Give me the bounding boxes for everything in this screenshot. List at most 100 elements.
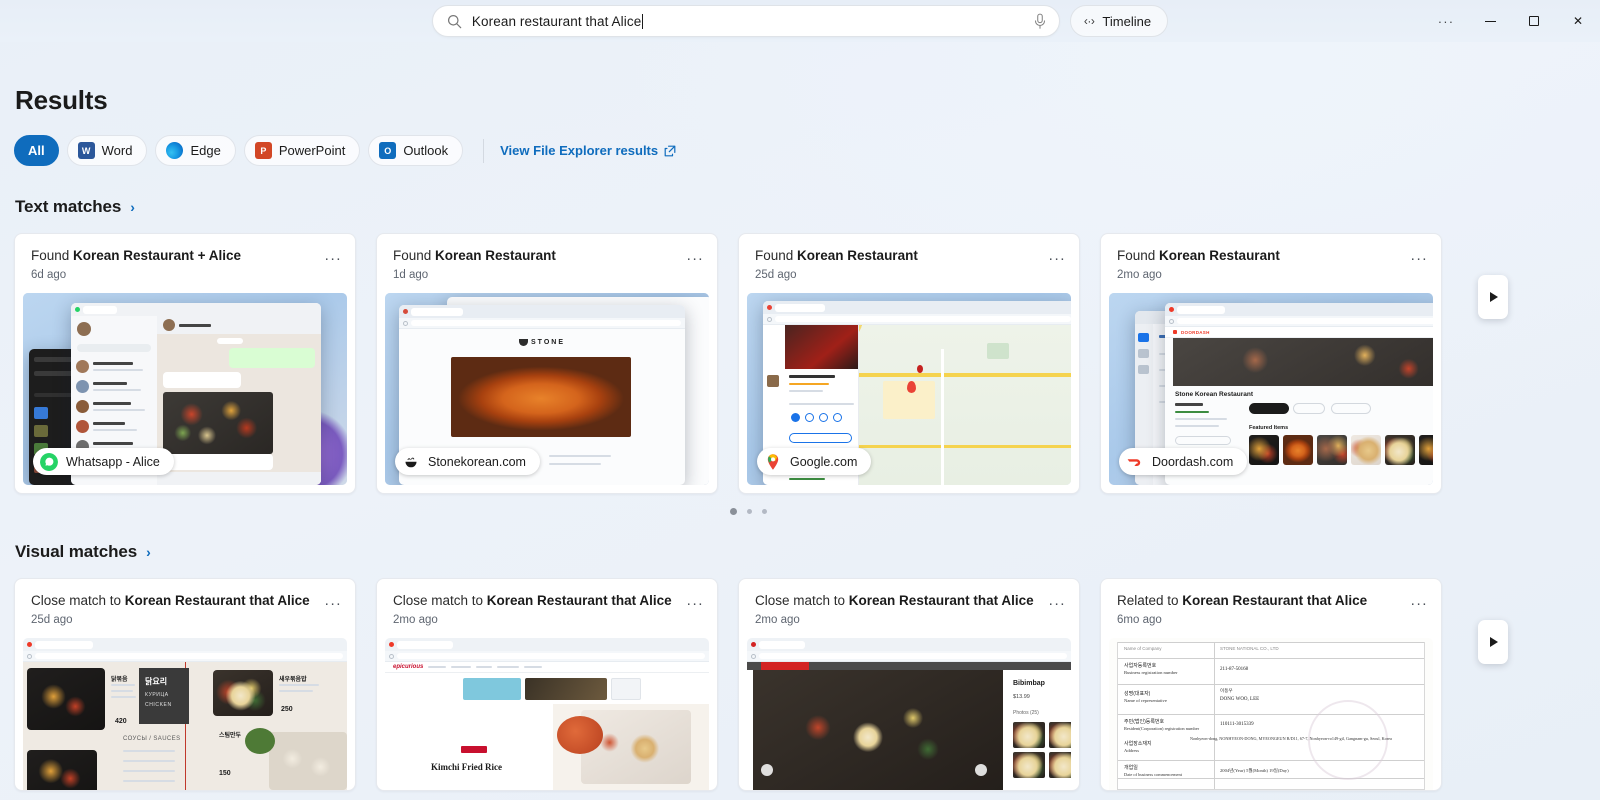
visual-match-card[interactable]: Close match to Korean Restaurant that Al… (14, 578, 356, 791)
search-box[interactable]: Korean restaurant that Alice (432, 5, 1060, 37)
visual-matches-card-row: Close match to Korean Restaurant that Al… (14, 578, 1600, 791)
card-timestamp: 1d ago (393, 269, 703, 281)
card-thumbnail-stonekorean: STONE Stonekorean.com (385, 293, 709, 485)
source-badge-stonekorean: Stonekorean.com (395, 448, 540, 475)
timeline-icon: ‹·› (1084, 14, 1095, 28)
search-input-value: Korean restaurant that Alice (472, 14, 641, 29)
title-bar-center-group: Korean restaurant that Alice ‹·› Timelin… (0, 5, 1600, 37)
doc-row-en: Resident(Corporation) registration numbe… (1124, 726, 1199, 731)
stone-korean-icon (402, 453, 420, 471)
filter-chip-all[interactable]: All (14, 135, 59, 166)
more-options-button[interactable]: ··· (1424, 0, 1468, 42)
card-more-button[interactable]: ··· (1045, 593, 1069, 613)
doc-row-en: Address (1124, 748, 1139, 753)
microphone-icon[interactable] (1033, 13, 1047, 30)
epicurious-recipe-title: Kimchi Fried Rice (431, 762, 502, 772)
card-title-query: Korean Restaurant that Alice (1182, 593, 1367, 608)
visual-match-card[interactable]: Related to Korean Restaurant that Alice … (1100, 578, 1442, 791)
card-header: Related to Korean Restaurant that Alice … (1101, 579, 1441, 626)
maximize-button[interactable] (1512, 0, 1556, 42)
view-file-explorer-results-link[interactable]: View File Explorer results (483, 139, 676, 163)
yelp-dish-price: $13.99 (1013, 694, 1030, 700)
pagination-dot-2[interactable] (747, 509, 752, 514)
filter-chip-edge[interactable]: Edge (155, 135, 235, 166)
filter-chip-word-label: Word (102, 143, 133, 158)
card-more-button[interactable]: ··· (683, 248, 707, 268)
minimize-icon (1485, 21, 1496, 22)
chevron-right-icon: › (130, 199, 135, 215)
card-title-query: Korean Restaurant (797, 248, 918, 263)
card-title-query: Korean Restaurant (1159, 248, 1280, 263)
card-title-query: Korean Restaurant that Alice (487, 593, 672, 608)
card-timestamp: 25d ago (31, 614, 341, 626)
card-header: Found Korean Restaurant 2mo ago ··· (1101, 234, 1441, 281)
card-thumbnail-doordash: DOORDASH Stone Korean Restaurant Feature… (1109, 293, 1433, 485)
outlook-icon: O (379, 142, 396, 159)
page-title: Results (15, 85, 1600, 116)
pagination-dot-1[interactable] (730, 508, 737, 515)
visual-match-card[interactable]: Close match to Korean Restaurant that Al… (738, 578, 1080, 791)
card-more-button[interactable]: ··· (1407, 248, 1431, 268)
visual-match-card[interactable]: Close match to Korean Restaurant that Al… (376, 578, 718, 791)
card-more-button[interactable]: ··· (683, 593, 707, 613)
source-badge-label: Doordash.com (1152, 455, 1233, 469)
section-header-text-matches[interactable]: Text matches › (15, 197, 1600, 217)
card-title-prefix: Close match to (393, 593, 487, 608)
card-timestamp: 2mo ago (393, 614, 703, 626)
text-caret (642, 14, 643, 29)
doc-row-value: 110111-3015339 (1220, 722, 1254, 727)
doordash-icon (1126, 453, 1144, 471)
card-title-query: Korean Restaurant + Alice (73, 248, 241, 263)
doc-row-ko: 사업장소재지 (1124, 740, 1152, 747)
filter-chip-powerpoint[interactable]: P PowerPoint (244, 135, 360, 166)
card-more-button[interactable]: ··· (1045, 248, 1069, 268)
section-title-text-matches: Text matches (15, 197, 121, 217)
doc-row-value: Nonhyeon-dong, NONHYEON-DONG, MYEONGEUN … (1190, 736, 1420, 742)
filter-chip-all-label: All (28, 143, 45, 158)
carousel-next-button-text-matches[interactable] (1478, 275, 1508, 319)
card-title-prefix: Found (31, 248, 73, 263)
filter-chip-outlook[interactable]: O Outlook (368, 135, 463, 166)
card-thumbnail-googlemaps: Google.com (747, 293, 1071, 485)
section-header-visual-matches[interactable]: Visual matches › (15, 542, 1600, 562)
search-input[interactable]: Korean restaurant that Alice (472, 14, 1033, 29)
card-title-prefix: Found (1117, 248, 1159, 263)
card-header: Found Korean Restaurant + Alice 6d ago ·… (15, 234, 355, 281)
text-match-card[interactable]: Found Korean Restaurant 2mo ago ··· (1100, 233, 1442, 494)
page-content: Results All W Word Edge P PowerPoint O O… (0, 85, 1600, 791)
minimize-button[interactable] (1468, 0, 1512, 42)
carousel-pagination-dots (14, 508, 1482, 515)
carousel-next-button-visual-matches[interactable] (1478, 620, 1508, 664)
filter-chip-word[interactable]: W Word (67, 135, 148, 166)
yelp-dish-name: Bibimbap (1013, 680, 1045, 687)
source-badge-label: Google.com (790, 455, 857, 469)
card-title: Close match to Korean Restaurant that Al… (393, 592, 703, 609)
google-maps-pin-icon (764, 453, 782, 471)
card-thumbnail-yelp: Bibimbap $13.99 Photos (25) (747, 638, 1071, 790)
doordash-brand-label: DOORDASH (1181, 330, 1210, 335)
card-more-button[interactable]: ··· (321, 593, 345, 613)
card-title-query: Korean Restaurant that Alice (125, 593, 310, 608)
card-more-button[interactable]: ··· (321, 248, 345, 268)
text-match-card[interactable]: Found Korean Restaurant + Alice 6d ago ·… (14, 233, 356, 494)
text-match-card[interactable]: Found Korean Restaurant 1d ago ··· STONE (376, 233, 718, 494)
section-title-visual-matches: Visual matches (15, 542, 137, 562)
text-match-card[interactable]: Found Korean Restaurant 25d ago ··· (738, 233, 1080, 494)
chevron-right-icon: › (146, 544, 151, 560)
doordash-section-label: Featured Items (1249, 425, 1288, 431)
powerpoint-icon: P (255, 142, 272, 159)
close-button[interactable]: ✕ (1556, 0, 1600, 42)
source-badge-google: Google.com (757, 448, 871, 475)
card-more-button[interactable]: ··· (1407, 593, 1431, 613)
timeline-button[interactable]: ‹·› Timeline (1070, 5, 1168, 37)
title-bar: Korean restaurant that Alice ‹·› Timelin… (0, 0, 1600, 42)
filter-chip-outlook-label: Outlook (403, 143, 448, 158)
card-timestamp: 6d ago (31, 269, 341, 281)
doc-row-value: 211-87-50168 (1220, 667, 1248, 672)
pagination-dot-3[interactable] (762, 509, 767, 514)
filter-chip-row: All W Word Edge P PowerPoint O Outlook V… (14, 135, 1600, 166)
source-badge-label: Whatsapp - Alice (66, 455, 160, 469)
source-badge-label: Stonekorean.com (428, 455, 526, 469)
card-header: Found Korean Restaurant 25d ago ··· (739, 234, 1079, 281)
search-icon (447, 14, 462, 29)
